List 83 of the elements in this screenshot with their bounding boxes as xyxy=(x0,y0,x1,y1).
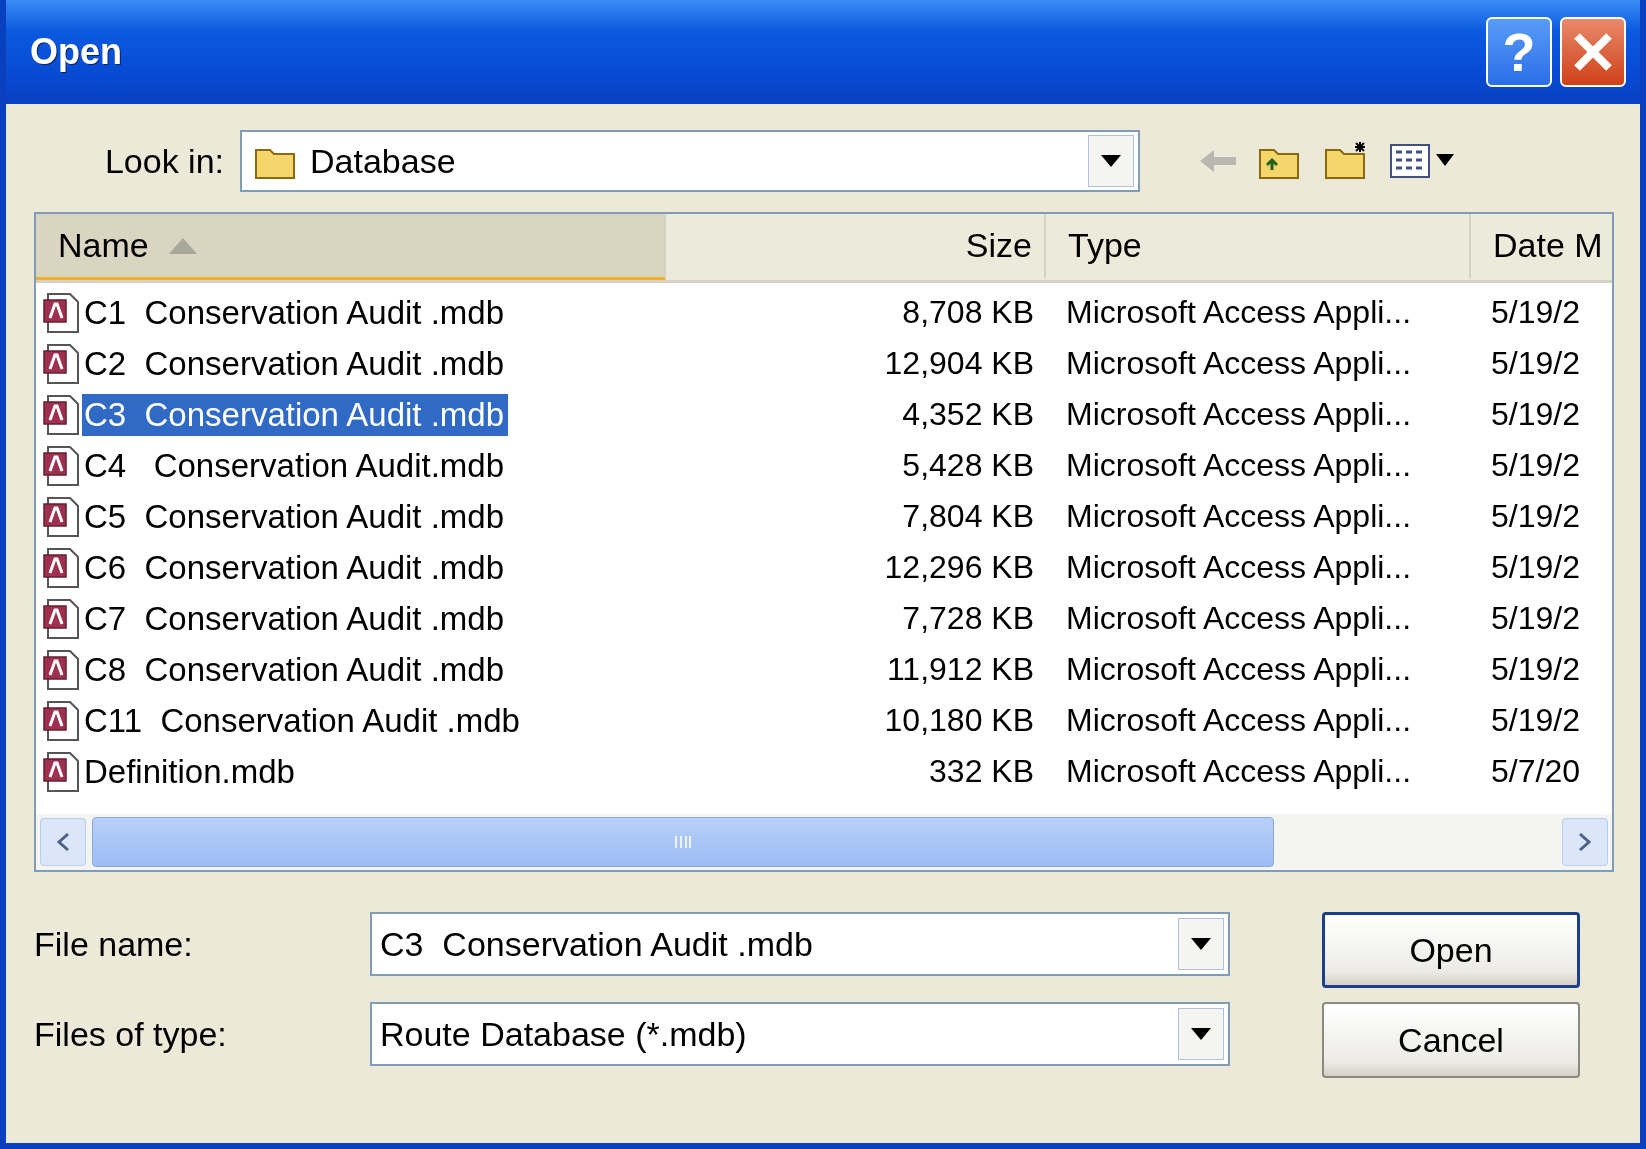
database-file-icon xyxy=(42,495,82,538)
file-date: 5/19/2 xyxy=(1490,396,1581,433)
column-header[interactable]: Type xyxy=(1046,214,1471,280)
file-date: 5/19/2 xyxy=(1490,345,1581,382)
database-file-icon xyxy=(42,648,82,691)
file-date: 5/19/2 xyxy=(1490,549,1581,586)
file-name[interactable]: Definition.mdb xyxy=(82,750,299,793)
sort-arrow-icon xyxy=(168,237,197,254)
files-of-type-label: Files of type: xyxy=(34,1014,228,1054)
file-name-field[interactable]: C3 Conservation Audit .mdb xyxy=(370,912,1230,976)
file-name[interactable]: C7 Conservation Audit .mdb xyxy=(82,597,509,640)
dropdown-button[interactable] xyxy=(1178,1008,1224,1060)
database-file-icon xyxy=(42,546,82,589)
new-folder-button[interactable] xyxy=(1324,142,1368,180)
file-size: 12,904 KB xyxy=(883,345,1035,382)
file-date: 5/19/2 xyxy=(1490,651,1581,688)
look-in-dropdown[interactable]: Database xyxy=(240,130,1140,192)
database-file-icon xyxy=(42,393,82,436)
file-name[interactable]: C11 Conservation Audit .mdb xyxy=(82,699,524,742)
file-type: Microsoft Access Appli... xyxy=(1065,600,1412,637)
file-size: 7,728 KB xyxy=(901,600,1035,637)
scroll-thumb[interactable] xyxy=(92,817,1274,867)
dialog-button[interactable]: Cancel xyxy=(1322,1002,1580,1078)
column-header[interactable]: Size xyxy=(666,214,1046,280)
horizontal-scrollbar[interactable] xyxy=(36,814,1612,870)
scroll-right-button[interactable] xyxy=(1562,818,1608,866)
file-size: 12,296 KB xyxy=(883,549,1035,586)
dropdown-button[interactable] xyxy=(1178,918,1224,970)
back-arrow-icon xyxy=(1200,148,1236,174)
file-size: 10,180 KB xyxy=(883,702,1035,739)
file-type: Microsoft Access Appli... xyxy=(1065,294,1412,331)
column-header[interactable]: Name xyxy=(36,214,666,280)
file-type: Microsoft Access Appli... xyxy=(1065,447,1412,484)
file-name-label: File name: xyxy=(34,924,194,964)
file-type: Microsoft Access Appli... xyxy=(1065,396,1412,433)
column-header[interactable]: Date M xyxy=(1471,214,1612,280)
database-file-icon xyxy=(42,444,82,487)
chevron-right-icon xyxy=(1578,832,1592,852)
file-name[interactable]: C4 Conservation Audit.mdb xyxy=(82,444,509,487)
view-menu-button[interactable] xyxy=(1390,144,1456,178)
file-date: 5/19/2 xyxy=(1490,702,1581,739)
file-type: Microsoft Access Appli... xyxy=(1065,702,1412,739)
file-type: Microsoft Access Appli... xyxy=(1065,651,1412,688)
database-file-icon xyxy=(42,597,82,640)
database-file-icon xyxy=(42,699,82,742)
caret-icon xyxy=(1191,1028,1211,1040)
look-in-label: Look in: xyxy=(103,141,224,181)
file-size: 11,912 KB xyxy=(885,651,1035,688)
files-of-type-field[interactable]: Route Database (*.mdb) xyxy=(370,1002,1230,1066)
file-type: Microsoft Access Appli... xyxy=(1065,498,1412,535)
file-name[interactable]: C6 Conservation Audit .mdb xyxy=(82,546,509,589)
file-name[interactable]: C1 Conservation Audit .mdb xyxy=(82,291,509,334)
database-file-icon xyxy=(42,342,82,385)
grip-icon xyxy=(674,834,692,850)
file-size: 7,804 KB xyxy=(901,498,1035,535)
new-folder-icon xyxy=(1324,142,1368,180)
file-name[interactable]: C3 Conservation Audit .mdb xyxy=(82,393,509,436)
file-size: 4,352 KB xyxy=(901,396,1035,433)
view-menu-icon xyxy=(1390,144,1456,178)
file-date: 5/7/20 xyxy=(1490,753,1581,790)
dropdown-button[interactable] xyxy=(1088,135,1134,187)
file-size: 332 KB xyxy=(928,753,1035,790)
file-size: 5,428 KB xyxy=(901,447,1035,484)
file-date: 5/19/2 xyxy=(1490,498,1581,535)
file-type: Microsoft Access Appli... xyxy=(1065,345,1412,382)
file-date: 5/19/2 xyxy=(1490,600,1581,637)
database-file-icon xyxy=(42,291,82,334)
caret-icon xyxy=(1191,938,1211,950)
chevron-left-icon xyxy=(56,832,70,852)
file-name[interactable]: C8 Conservation Audit .mdb xyxy=(82,648,509,691)
file-date: 5/19/2 xyxy=(1490,294,1581,331)
scroll-left-button[interactable] xyxy=(40,818,86,866)
file-name[interactable]: C5 Conservation Audit .mdb xyxy=(82,495,509,538)
database-file-icon xyxy=(42,750,82,793)
file-name[interactable]: C2 Conservation Audit .mdb xyxy=(82,342,509,385)
file-type: Microsoft Access Appli... xyxy=(1065,549,1412,586)
file-date: 5/19/2 xyxy=(1490,447,1581,484)
file-size: 8,708 KB xyxy=(901,294,1035,331)
file-type: Microsoft Access Appli... xyxy=(1065,753,1412,790)
close-button[interactable] xyxy=(1560,17,1626,87)
window-title: Open xyxy=(30,31,122,73)
caret-icon xyxy=(1101,155,1121,167)
dialog-button[interactable]: Open xyxy=(1322,912,1580,988)
